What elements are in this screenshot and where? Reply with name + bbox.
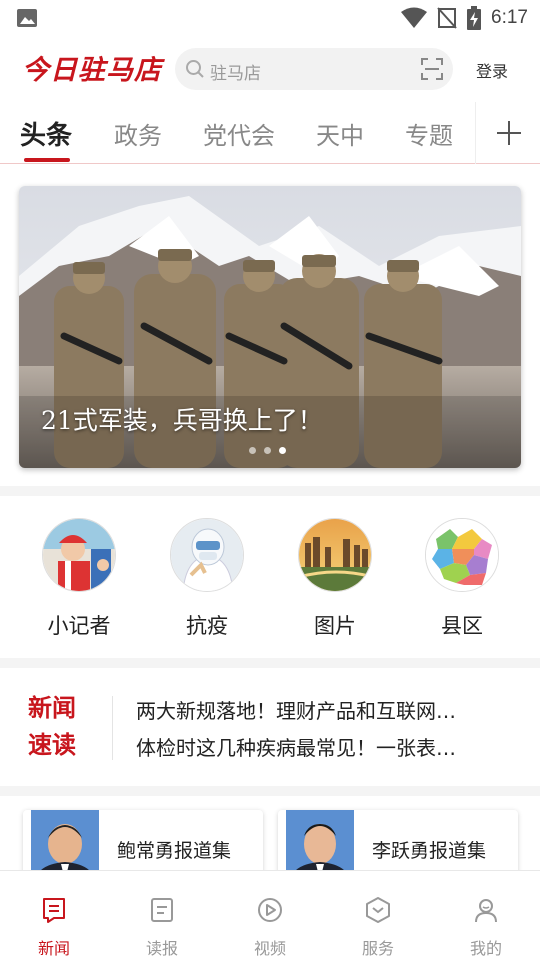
nav-label: 视频 — [253, 939, 286, 958]
tab-special[interactable]: 专题 — [405, 116, 453, 151]
nav-video[interactable]: 视频 — [216, 871, 324, 960]
scan-icon[interactable] — [421, 58, 443, 80]
carousel-dot — [264, 447, 271, 454]
add-channel-icon[interactable] — [475, 102, 540, 164]
category-kid-reporter[interactable]: 小记者 — [41, 518, 117, 640]
battery-charging-icon — [467, 6, 482, 30]
app-header: 今日驻马店 驻马店 登录 — [0, 36, 540, 102]
app-logo[interactable]: 今日驻马店 — [22, 48, 162, 87]
no-signal-icon — [437, 7, 457, 29]
bottom-nav: 新闻 读报 视频 服务 我的 — [0, 870, 540, 960]
medical-worker-photo — [170, 518, 244, 592]
quick-read-title-line2: 速读 — [28, 731, 76, 759]
nav-news[interactable]: 新闻 — [0, 871, 108, 960]
active-tab-indicator — [24, 158, 70, 162]
nav-label: 新闻 — [37, 939, 70, 958]
city-skyline-photo — [298, 518, 372, 592]
nav-service[interactable]: 服务 — [324, 871, 432, 960]
category-grid: 小记者 抗疫 图片 县区 — [0, 496, 540, 658]
quick-read-item[interactable]: 体检时这几种疾病最常见！一张表… — [136, 732, 456, 761]
tab-headline[interactable]: 头条 — [20, 115, 72, 152]
category-anti-epidemic[interactable]: 抗疫 — [169, 518, 245, 640]
banner-carousel[interactable]: 21式军装，兵哥换上了！ — [19, 186, 521, 468]
nav-newspaper[interactable]: 读报 — [108, 871, 216, 960]
reporter-card[interactable]: 鲍常勇报道集 — [23, 810, 263, 870]
nav-label: 服务 — [361, 939, 394, 958]
divider — [112, 696, 113, 760]
kid-reporter-photo — [42, 518, 116, 592]
search-bar[interactable]: 驻马店 — [175, 48, 453, 90]
banner-caption[interactable]: 21式军装，兵哥换上了！ — [41, 401, 323, 437]
search-placeholder[interactable]: 驻马店 — [210, 59, 261, 84]
banner-section: 21式军装，兵哥换上了！ — [0, 164, 540, 486]
category-label: 小记者 — [47, 614, 111, 638]
quick-read-title-line1: 新闻 — [28, 694, 76, 722]
tab-tianzhong[interactable]: 天中 — [316, 116, 364, 151]
reporter-photo — [31, 810, 99, 870]
reporter-cards: 鲍常勇报道集 李跃勇报道集 — [0, 796, 540, 870]
nav-label: 读报 — [145, 939, 178, 958]
carousel-indicator — [249, 447, 286, 454]
category-pictures[interactable]: 图片 — [297, 518, 373, 640]
quick-read-item[interactable]: 两大新规落地！理财产品和互联网… — [136, 695, 456, 724]
search-icon — [186, 60, 204, 78]
nav-profile[interactable]: 我的 — [432, 871, 540, 960]
carousel-dot — [249, 447, 256, 454]
reporter-card-name: 鲍常勇报道集 — [117, 840, 232, 862]
status-bar: 6:17 — [0, 0, 540, 36]
service-icon — [366, 897, 390, 923]
quick-read-title: 新闻 速读 — [28, 690, 88, 764]
category-county[interactable]: 县区 — [424, 518, 500, 640]
county-map-photo — [425, 518, 499, 592]
reporter-photo — [286, 810, 354, 870]
category-label: 抗疫 — [186, 614, 228, 638]
tab-party-congress[interactable]: 党代会 — [203, 116, 275, 151]
carousel-dot-active — [279, 447, 286, 454]
status-time: 6:17 — [491, 7, 528, 28]
reporter-card[interactable]: 李跃勇报道集 — [278, 810, 518, 870]
category-label: 县区 — [441, 614, 483, 638]
nav-label: 我的 — [469, 939, 502, 958]
login-button[interactable]: 登录 — [476, 58, 508, 82]
reporter-card-name: 李跃勇报道集 — [372, 840, 487, 862]
news-icon — [43, 898, 65, 923]
news-quick-read: 新闻 速读 两大新规落地！理财产品和互联网… 体检时这几种疾病最常见！一张表… — [0, 668, 540, 786]
channel-tabs: 头条 政务 党代会 天中 专题 — [0, 102, 540, 164]
wifi-icon — [401, 7, 428, 28]
profile-icon — [475, 899, 497, 923]
gallery-notification-icon — [17, 9, 37, 27]
tab-government[interactable]: 政务 — [114, 116, 162, 151]
category-label: 图片 — [314, 614, 356, 638]
video-icon — [258, 898, 282, 922]
newspaper-icon — [151, 898, 173, 922]
